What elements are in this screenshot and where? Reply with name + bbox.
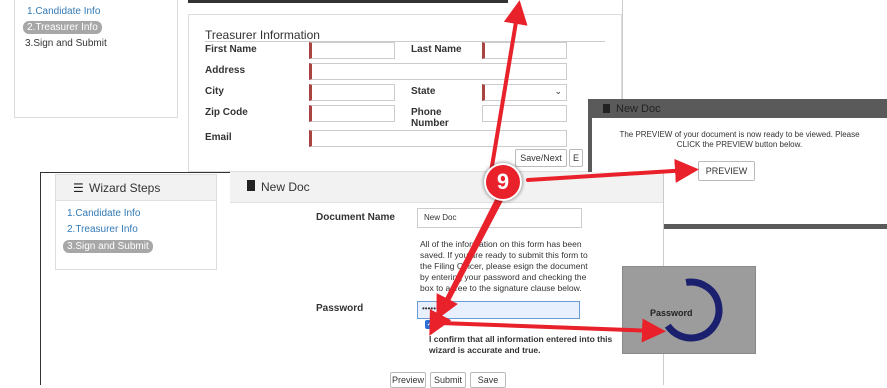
zip-code-label: Zip Code bbox=[205, 107, 248, 118]
save-next-button[interactable]: Save/Next bbox=[515, 149, 567, 167]
popup-partial-title: New Doc bbox=[616, 103, 661, 115]
password-input[interactable]: ••••• bbox=[417, 301, 580, 319]
confirm-checkbox[interactable]: ✓ bbox=[425, 320, 434, 329]
new-doc-title: New Doc bbox=[261, 180, 310, 194]
document-name-input[interactable]: New Doc bbox=[417, 208, 582, 228]
back-step-treasurer-info[interactable]: 2.Treasurer Info bbox=[23, 21, 102, 34]
save-button[interactable]: Save bbox=[470, 372, 506, 388]
list-icon: ☰ bbox=[73, 181, 84, 195]
preview-message: The PREVIEW of your document is now read… bbox=[619, 130, 860, 149]
confirm-text: I confirm that all information entered i… bbox=[429, 334, 613, 355]
phone-number-label: Phone Number bbox=[411, 107, 449, 129]
spinner-label: Password bbox=[650, 308, 693, 318]
email-label: Email bbox=[205, 132, 232, 143]
zip-code-input[interactable] bbox=[309, 105, 395, 122]
spinner-box: Password bbox=[622, 266, 756, 354]
first-name-input[interactable] bbox=[309, 42, 395, 59]
wizard-steps-title: Wizard Steps bbox=[89, 181, 161, 195]
last-name-input[interactable] bbox=[482, 42, 567, 59]
password-label: Password bbox=[316, 303, 364, 314]
state-label: State bbox=[411, 86, 436, 97]
last-name-label: Last Name bbox=[411, 44, 462, 55]
document-name-value: New Doc bbox=[424, 213, 457, 222]
back-step-candidate-info[interactable]: 1.Candidate Info bbox=[27, 6, 100, 17]
treasurer-section-title: Treasurer Information bbox=[205, 28, 320, 42]
front-step-treasurer-info[interactable]: 2.Treasurer Info bbox=[67, 224, 138, 235]
file-icon bbox=[247, 180, 255, 191]
city-input[interactable] bbox=[309, 84, 395, 101]
address-label: Address bbox=[205, 65, 246, 76]
city-label: City bbox=[205, 86, 224, 97]
partial-button[interactable]: E bbox=[569, 149, 583, 167]
new-doc-header: New Doc bbox=[230, 172, 663, 203]
front-screen: ☰ Wizard Steps 1.Candidate Info 2.Treasu… bbox=[40, 172, 664, 388]
phone-number-input[interactable] bbox=[482, 105, 567, 122]
submit-button[interactable]: Submit bbox=[430, 372, 466, 388]
wizard-steps-panel: ☰ Wizard Steps 1.Candidate Info 2.Treasu… bbox=[55, 174, 217, 270]
back-step-sign-submit[interactable]: 3.Sign and Submit bbox=[25, 38, 107, 49]
state-select[interactable]: ⌄ bbox=[482, 84, 567, 101]
preview-button[interactable]: PREVIEW bbox=[698, 161, 755, 181]
chevron-down-icon: ⌄ bbox=[554, 86, 562, 96]
email-input[interactable] bbox=[309, 130, 567, 147]
wizard-steps-header: ☰ Wizard Steps bbox=[56, 175, 216, 201]
step-callout-badge: 9 bbox=[486, 165, 520, 199]
back-steps-panel: 1.Candidate Info 2.Treasurer Info 3.Sign… bbox=[14, 0, 178, 118]
first-name-label: First Name bbox=[205, 44, 257, 55]
callout-number: 9 bbox=[496, 169, 510, 194]
back-top-divider bbox=[188, 0, 508, 3]
front-step-sign-submit[interactable]: 3.Sign and Submit bbox=[63, 240, 153, 253]
treasurer-form-panel: Treasurer Information First Name Last Na… bbox=[188, 14, 622, 172]
preview-doc-button[interactable]: Preview bbox=[390, 372, 426, 388]
document-name-label: Document Name bbox=[316, 212, 395, 223]
address-input[interactable] bbox=[309, 63, 567, 80]
front-step-candidate-info[interactable]: 1.Candidate Info bbox=[67, 208, 140, 219]
save-info-text: All of the information on this form has … bbox=[420, 239, 588, 293]
doc-icon bbox=[603, 104, 610, 113]
front-screen-border bbox=[40, 172, 41, 385]
password-value: ••••• bbox=[422, 304, 437, 313]
